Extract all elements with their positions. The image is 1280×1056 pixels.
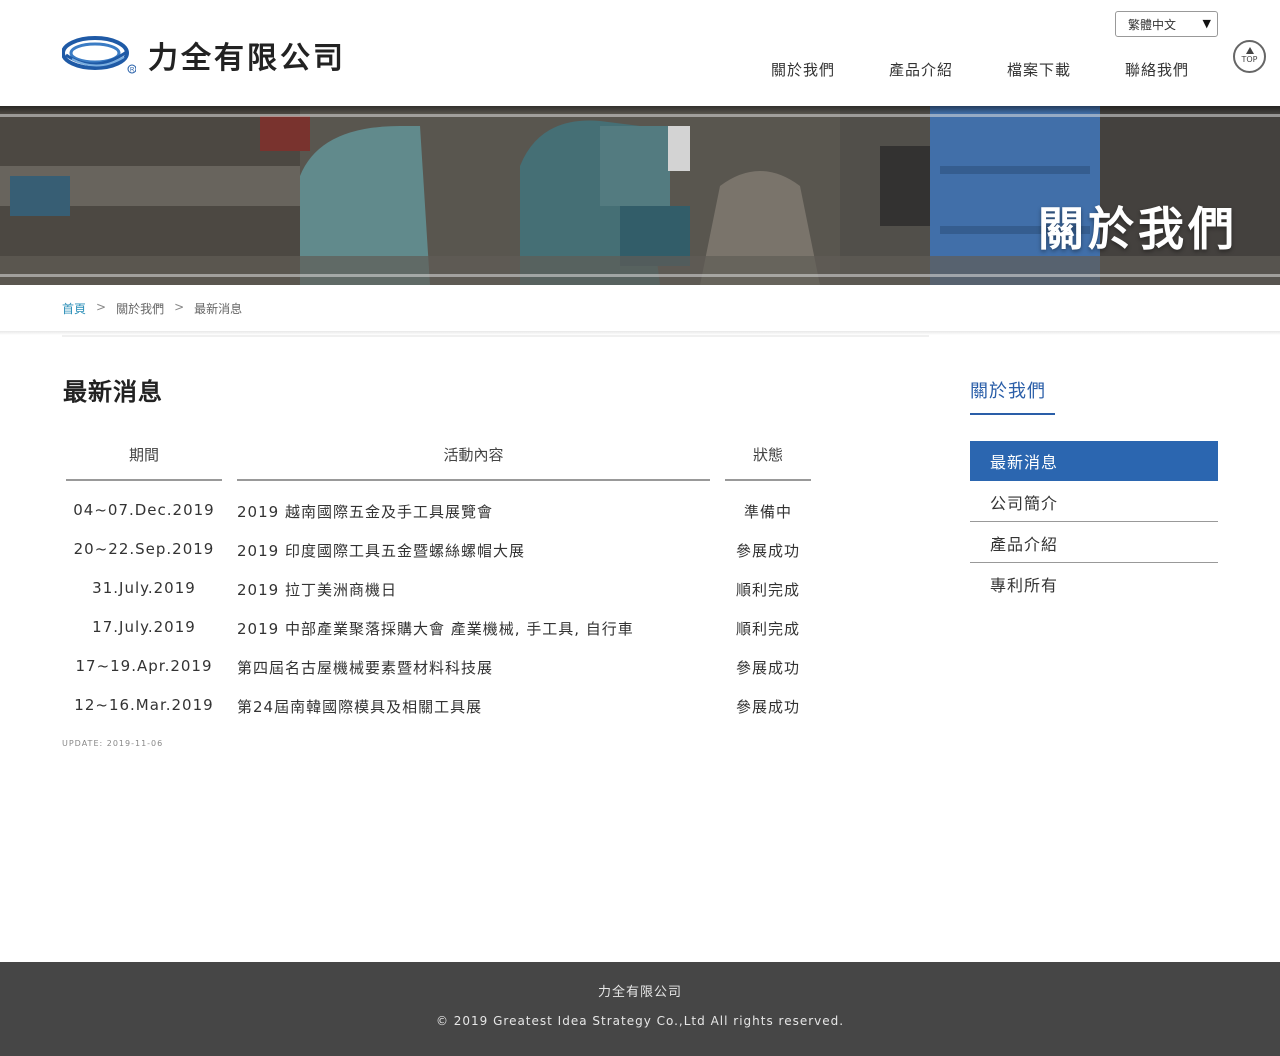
table-row: 17~19.Apr.2019 第四屆名古屋機械要素暨材料科技展 參展成功	[0, 657, 900, 681]
row-status: 參展成功	[735, 542, 800, 560]
row-date: 12~16.Mar.2019	[74, 696, 214, 714]
language-select[interactable]: 繁體中文 ▼	[1115, 11, 1218, 37]
content-divider	[62, 335, 929, 337]
row-event: 2019 拉丁美洲商機日	[237, 581, 397, 599]
breadcrumb-separator: >	[96, 300, 107, 314]
row-event: 第24屆南韓國際模具及相關工具展	[237, 698, 483, 716]
update-date: UPDATE: 2019-11-06	[62, 739, 164, 748]
sidebar-item-products[interactable]: 產品介紹	[970, 523, 1218, 563]
row-date: 31.July.2019	[92, 579, 196, 597]
row-status: 順利完成	[735, 581, 800, 599]
sidebar-title: 關於我們	[970, 381, 1046, 402]
table-row: 12~16.Mar.2019 第24屆南韓國際模具及相關工具展 參展成功	[0, 696, 900, 720]
site-footer: 力全有限公司 © 2019 Greatest Idea Strategy Co.…	[0, 962, 1280, 1056]
table-row: 20~22.Sep.2019 2019 印度國際工具五金暨螺絲螺帽大展 參展成功	[0, 540, 900, 564]
banner-title: 關於我們	[1038, 202, 1238, 256]
table-header-period: 期間	[128, 446, 159, 464]
table-header-status: 狀態	[752, 446, 783, 464]
main-nav: 關於我們 產品介紹 檔案下載 聯絡我們	[0, 59, 1280, 81]
page-title: 最新消息	[63, 378, 163, 406]
table-header-event: 活動內容	[443, 446, 504, 464]
breadcrumb: 首頁 > 關於我們 > 最新消息	[62, 300, 242, 317]
breadcrumb-current: 最新消息	[194, 302, 243, 316]
row-date: 20~22.Sep.2019	[73, 540, 215, 558]
dropdown-arrow-icon: ▼	[1202, 17, 1211, 30]
breadcrumb-home[interactable]: 首頁	[62, 300, 86, 317]
nav-item-contact[interactable]: 聯絡我們	[1125, 59, 1189, 80]
row-event: 2019 中部產業聚落採購大會 產業機械, 手工具, 自行車	[237, 620, 634, 638]
row-date: 04~07.Dec.2019	[73, 501, 215, 519]
footer-company: 力全有限公司	[597, 985, 682, 1000]
language-select-value: 繁體中文	[1128, 17, 1177, 32]
row-status: 參展成功	[735, 659, 800, 677]
sidebar-title-underline	[970, 413, 1055, 415]
site-header: R 力全有限公司 繁體中文 ▼ TOP 關於我們 產品介紹 檔案下載 聯絡我們	[0, 0, 1280, 106]
table-row: 04~07.Dec.2019 2019 越南國際五金及手工具展覽會 準備中	[0, 501, 900, 525]
sidebar-item-profile[interactable]: 公司簡介	[970, 482, 1218, 522]
page-banner: 關於我們	[0, 106, 1280, 285]
row-event: 2019 越南國際五金及手工具展覽會	[237, 503, 493, 521]
table-row: 17.July.2019 2019 中部產業聚落採購大會 產業機械, 手工具, …	[0, 618, 900, 642]
row-event: 2019 印度國際工具五金暨螺絲螺帽大展	[237, 542, 525, 560]
row-date: 17.July.2019	[92, 618, 196, 636]
nav-item-downloads[interactable]: 檔案下載	[1007, 59, 1071, 80]
sidebar-item-patents[interactable]: 專利所有	[970, 564, 1218, 604]
row-event: 第四屆名古屋機械要素暨材料科技展	[237, 659, 494, 677]
row-status: 參展成功	[735, 698, 800, 716]
nav-item-about[interactable]: 關於我們	[771, 59, 835, 80]
breadcrumb-about[interactable]: 關於我們	[116, 300, 164, 317]
row-status: 準備中	[743, 503, 792, 521]
table-row: 31.July.2019 2019 拉丁美洲商機日 順利完成	[0, 579, 900, 603]
row-date: 17~19.Apr.2019	[75, 657, 213, 675]
breadcrumb-separator: >	[174, 300, 185, 314]
row-status: 順利完成	[735, 620, 800, 638]
top-arrow-icon	[1246, 47, 1254, 54]
nav-item-products[interactable]: 產品介紹	[889, 59, 953, 80]
sidebar-item-news[interactable]: 最新消息	[970, 441, 1218, 481]
footer-copyright: © 2019 Greatest Idea Strategy Co.,Ltd Al…	[435, 1014, 845, 1028]
